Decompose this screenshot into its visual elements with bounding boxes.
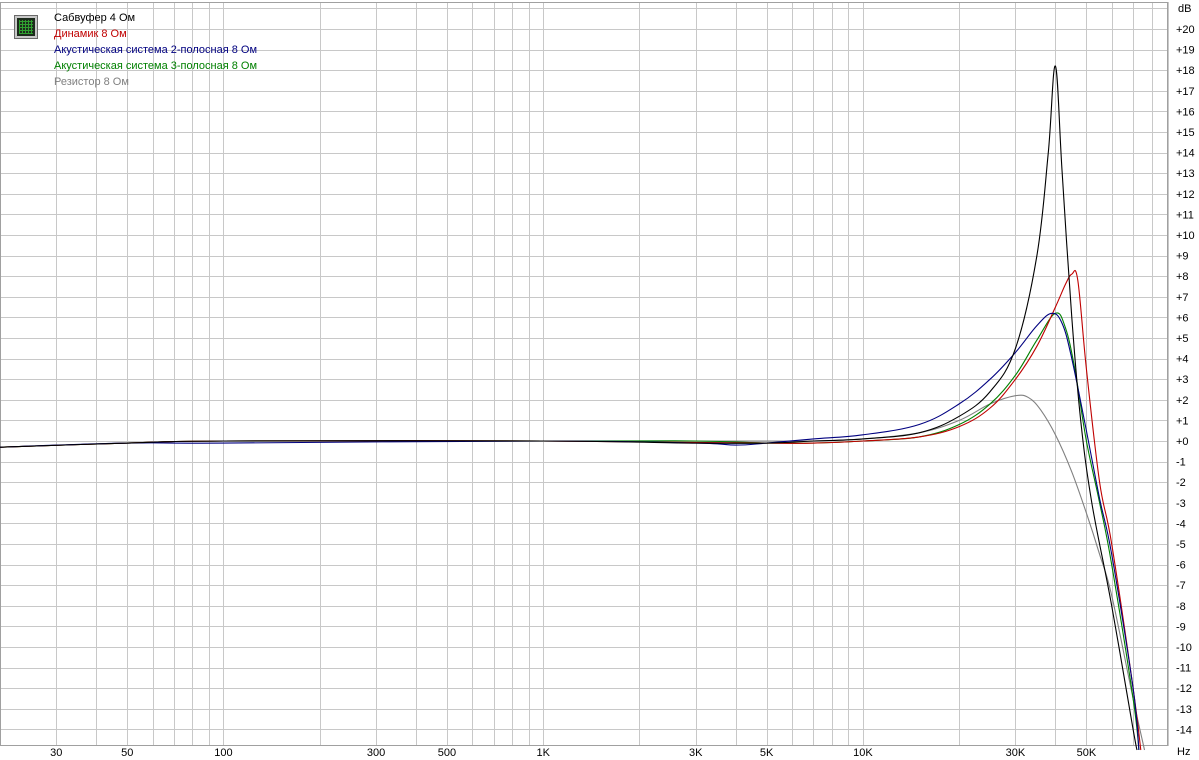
y-tick-label: +4 — [1176, 354, 1189, 366]
x-tick-label: 50K — [1077, 747, 1097, 759]
y-tick-label: +15 — [1176, 127, 1195, 139]
y-tick-label: +16 — [1176, 106, 1195, 118]
x-axis-unit-label: Hz — [1177, 746, 1190, 758]
y-axis-unit-label: dB — [1178, 3, 1191, 15]
y-tick-label: +14 — [1176, 148, 1195, 160]
y-tick-label: +19 — [1176, 45, 1195, 57]
legend-entry-5: Резистор 8 Ом — [54, 76, 129, 88]
x-tick-label: 500 — [438, 747, 456, 759]
legend-entry-1: Сабвуфер 4 Ом — [54, 12, 136, 24]
y-tick-label: -1 — [1176, 457, 1186, 469]
frequency-response-chart: +20 +19 +18 +17 +16 +15 +14 +13 +12 +11 +10 +9 +8 +7 +… — [0, 0, 1199, 760]
y-tick-label: -9 — [1176, 621, 1186, 633]
y-tick-label: -4 — [1176, 518, 1186, 530]
y-tick-label: -13 — [1176, 704, 1192, 716]
y-tick-label: +11 — [1176, 209, 1194, 221]
y-tick-label: -12 — [1176, 683, 1192, 695]
y-tick-label: +7 — [1176, 292, 1189, 304]
legend-entry-3: Акустическая система 2-полосная 8 Ом — [54, 44, 258, 56]
x-tick-label: 300 — [367, 747, 385, 759]
y-tick-label: +8 — [1176, 271, 1189, 283]
x-tick-label: 30 — [50, 747, 62, 759]
y-tick-label: -8 — [1176, 601, 1186, 613]
y-tick-label: +10 — [1176, 230, 1195, 242]
analyzer-grid-icon — [14, 15, 38, 39]
y-tick-label: +12 — [1176, 189, 1195, 201]
legend-list: Сабвуфер 4 Ом Динамик 8 Ом Акустическая си… — [54, 10, 257, 90]
y-tick-label: -6 — [1176, 560, 1186, 572]
y-tick-label: +3 — [1176, 374, 1189, 386]
y-tick-label: -2 — [1176, 477, 1186, 489]
y-tick-label: -14 — [1176, 724, 1192, 736]
y-tick-label: +17 — [1176, 86, 1195, 98]
y-tick-label: -10 — [1176, 642, 1192, 654]
y-tick-label: +2 — [1176, 395, 1189, 407]
y-tick-label: +9 — [1176, 251, 1189, 263]
y-tick-label: -5 — [1176, 539, 1186, 551]
x-tick-label: 10K — [853, 747, 873, 759]
y-tick-label: +5 — [1176, 333, 1189, 345]
y-tick-label: -3 — [1176, 498, 1186, 510]
y-tick-label: -11 — [1176, 663, 1191, 675]
legend-entry-2: Динамик 8 Ом — [54, 28, 127, 40]
x-tick-label: 3K — [689, 747, 703, 759]
y-tick-label: +13 — [1176, 168, 1195, 180]
x-tick-label: 100 — [214, 747, 232, 759]
legend-entry-4: Акустическая система 3-полосная 8 Ом — [54, 60, 258, 72]
y-tick-label: +0 — [1176, 436, 1189, 448]
y-tick-label: +1 — [1176, 415, 1189, 427]
y-tick-label: +20 — [1176, 24, 1195, 36]
x-tick-label: 50 — [121, 747, 133, 759]
x-tick-label: 1K — [536, 747, 550, 759]
y-tick-label: -7 — [1176, 580, 1186, 592]
x-tick-label: 30K — [1006, 747, 1026, 759]
y-tick-label: +6 — [1176, 312, 1189, 324]
x-tick-label: 5K — [760, 747, 774, 759]
y-tick-label: +18 — [1176, 65, 1195, 77]
